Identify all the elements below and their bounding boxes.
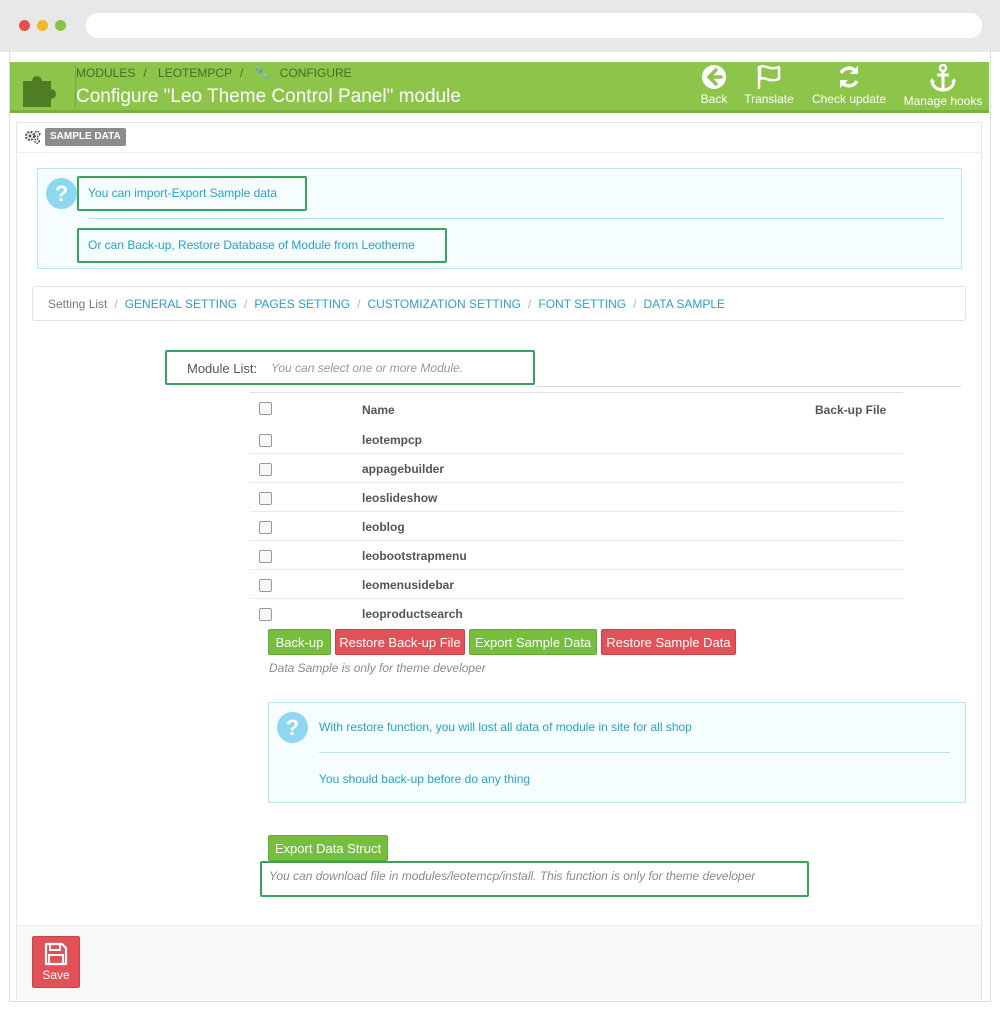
module-name: leoproductsearch [362,607,463,621]
module-name: leoblog [362,520,405,534]
breadcrumb-leotempcp[interactable]: LEOTEMPCP [158,66,232,80]
highlight-box-backup-restore [77,228,447,263]
table-row: leoproductsearch [250,599,903,625]
breadcrumb: MODULES / LEOTEMPCP / 🔧 CONFIGURE [76,66,352,80]
module-table: Name Back-up File leotempcp appagebuilde… [250,392,903,624]
tab-customization-setting[interactable]: CUSTOMIZATION SETTING [367,297,521,311]
question-icon: ? [277,712,308,743]
module-checkbox[interactable] [259,492,272,505]
backup-advice-line: You should back-up before do any thing [319,772,531,786]
page-title: Configure "Leo Theme Control Panel" modu… [76,86,461,107]
panel-heading: SAMPLE DATA [16,122,982,153]
translate-button[interactable]: Translate [741,64,797,110]
check-update-button[interactable]: Check update [809,64,889,110]
save-label: Save [42,968,70,982]
restore-backup-file-button[interactable]: Restore Back-up File [335,629,465,655]
module-checkbox[interactable] [259,550,272,563]
module-name: leoslideshow [362,491,438,505]
export-data-struct-button[interactable]: Export Data Struct [268,835,388,861]
module-name: leotempcp [362,433,423,447]
sample-data-badge: SAMPLE DATA [45,128,126,146]
module-name: appagebuilder [362,462,445,476]
window-close-dot[interactable] [19,20,30,31]
tab-general-setting[interactable]: GENERAL SETTING [125,297,237,311]
select-all-checkbox[interactable] [259,402,272,415]
floppy-disk-icon [44,942,68,966]
column-header-backup-file: Back-up File [815,403,887,417]
manage-hooks-label: Manage hooks [903,94,983,108]
column-header-name: Name [362,403,395,417]
browser-chrome [0,0,1000,52]
table-row: leoblog [250,512,903,541]
refresh-icon [839,66,859,88]
table-row: leomenusidebar [250,570,903,599]
highlight-box-module-list [165,350,535,385]
page-header: MODULES / LEOTEMPCP / 🔧 CONFIGURE Configure… [10,62,989,113]
breadcrumb-modules[interactable]: MODULES [76,66,135,80]
restore-sample-data-button[interactable]: Restore Sample Data [601,629,736,655]
module-checkbox[interactable] [259,521,272,534]
module-checkbox[interactable] [259,463,272,476]
address-bar[interactable] [86,13,982,38]
save-button[interactable]: Save [32,936,80,988]
export-sample-data-button[interactable]: Export Sample Data [469,629,597,655]
module-list-divider [535,386,961,387]
window-maximize-dot[interactable] [55,20,66,31]
check-update-label: Check update [811,92,887,106]
table-row: leoslideshow [250,483,903,512]
puzzle-icon [23,76,56,107]
table-row: leobootstrapmenu [250,541,903,570]
manage-hooks-button[interactable]: Manage hooks [901,64,985,110]
window-minimize-dot[interactable] [37,20,48,31]
data-sample-note: Data Sample is only for theme developer [269,661,486,675]
highlight-box-import-export [77,176,307,211]
back-button[interactable]: Back [698,64,730,110]
module-name: leomenusidebar [362,578,455,592]
settings-tab-bar: Setting List / GENERAL SETTING / PAGES SETTI… [32,286,966,321]
gears-icon [25,130,41,144]
backup-button[interactable]: Back-up [268,629,331,655]
tab-pages-setting[interactable]: PAGES SETTING [254,297,350,311]
info-divider [319,752,950,753]
flag-icon [757,65,781,89]
module-checkbox[interactable] [259,579,272,592]
breadcrumb-configure: CONFIGURE [279,66,352,80]
question-icon: ? [46,178,77,209]
module-name: leobootstrapmenu [362,549,467,563]
tab-data-sample[interactable]: DATA SAMPLE [643,297,725,311]
panel-footer [17,925,981,1000]
anchor-icon [930,64,956,92]
info-box-restore-warning: ? With restore function, you will lost a… [268,702,966,803]
module-checkbox[interactable] [259,608,272,621]
table-row: appagebuilder [250,454,903,483]
back-arrow-icon [702,65,726,89]
translate-label: Translate [744,92,794,106]
info-divider [88,218,945,219]
table-header-row: Name Back-up File [250,393,903,425]
back-label: Back [700,92,728,106]
export-struct-note: You can download file in modules/leotemc… [269,869,756,883]
restore-warning-line: With restore function, you will lost all… [319,720,692,734]
tab-font-setting[interactable]: FONT SETTING [538,297,626,311]
module-checkbox[interactable] [259,434,272,447]
table-row: leotempcp [250,425,903,454]
wrench-icon: 🔧 [254,66,270,80]
tab-setting-list: Setting List [48,297,108,311]
